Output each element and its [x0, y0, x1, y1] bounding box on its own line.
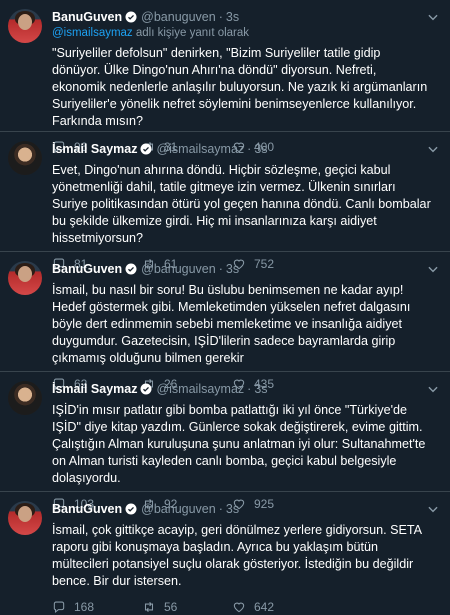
heart-icon: [233, 602, 245, 613]
tweet-header: İsmail Saymaz @ismailsaymaz · 3s: [52, 140, 440, 158]
tweet-actions: 168 56 642: [52, 599, 440, 615]
chevron-down-icon[interactable]: [426, 502, 440, 516]
tweet-time[interactable]: 3s: [254, 140, 267, 158]
reply-to-suffix: adlı kişiye yanıt olarak: [135, 27, 250, 39]
tweet-header: BanuGuven @banuguven · 3s: [52, 500, 440, 518]
tweet-text: İsmail, çok gittikçe acayip, geri dönülm…: [52, 523, 422, 588]
chevron-down-icon[interactable]: [426, 382, 440, 396]
tweet[interactable]: BanuGuven @banuguven · 3s @ismailsaymaz …: [0, 0, 450, 154]
author-name[interactable]: BanuGuven: [52, 500, 122, 518]
avatar[interactable]: [8, 261, 42, 295]
tweet-header: İsmail Saymaz @ismailsaymaz · 3s: [52, 380, 440, 398]
tweet-header: BanuGuven @banuguven · 3s: [52, 8, 440, 26]
tweet-thread: BanuGuven @banuguven · 3s @ismailsaymaz …: [0, 0, 450, 614]
retweet-icon: [144, 601, 154, 613]
avatar[interactable]: [8, 501, 42, 535]
author-handle[interactable]: @banuguven: [141, 500, 216, 518]
separator-dot: ·: [218, 10, 223, 24]
verified-badge-icon: [140, 383, 152, 395]
tweet-text: Evet, Dingo'nun ahırına döndü. Hiçbir sö…: [52, 163, 431, 245]
author-name[interactable]: BanuGuven: [52, 8, 122, 26]
separator-dot: ·: [247, 382, 252, 396]
author-handle[interactable]: @ismailsaymaz: [156, 140, 244, 158]
like-count: 642: [254, 600, 275, 614]
avatar[interactable]: [8, 9, 42, 43]
tweet[interactable]: BanuGuven @banuguven · 3s İsmail, bu nas…: [0, 252, 450, 391]
avatar[interactable]: [8, 141, 42, 175]
author-handle[interactable]: @banuguven: [141, 260, 216, 278]
separator-dot: ·: [247, 142, 252, 156]
author-name[interactable]: İsmail Saymaz: [52, 380, 137, 398]
tweet-text: IŞİD'in mısır patlatır gibi bomba patlat…: [52, 403, 426, 485]
tweet-time[interactable]: 3s: [226, 8, 239, 26]
author-handle[interactable]: @banuguven: [141, 8, 216, 26]
separator-dot: ·: [218, 502, 223, 516]
retweet-button[interactable]: 56: [142, 600, 232, 614]
reply-count: 168: [74, 600, 95, 614]
tweet[interactable]: İsmail Saymaz @ismailsaymaz · 3s IŞİD'in…: [0, 372, 450, 511]
tweet-text: "Suriyeliler defolsun" denirken, "Bizim …: [52, 46, 428, 128]
reply-to-user-link[interactable]: @ismailsaymaz: [52, 27, 133, 39]
reply-button[interactable]: 168: [52, 600, 142, 614]
tweet[interactable]: BanuGuven @banuguven · 3s İsmail, çok gi…: [0, 492, 450, 614]
author-handle[interactable]: @ismailsaymaz: [156, 380, 244, 398]
author-name[interactable]: İsmail Saymaz: [52, 140, 137, 158]
tweet-time[interactable]: 3s: [226, 500, 239, 518]
tweet-header: BanuGuven @banuguven · 3s: [52, 260, 440, 278]
verified-badge-icon: [140, 143, 152, 155]
chevron-down-icon[interactable]: [426, 142, 440, 156]
avatar[interactable]: [8, 381, 42, 415]
reply-context: @ismailsaymaz adlı kişiye yanıt olarak: [52, 26, 440, 41]
tweet-text: İsmail, bu nasıl bir soru! Bu üslubu ben…: [52, 283, 411, 365]
separator-dot: ·: [218, 262, 223, 276]
verified-badge-icon: [125, 503, 137, 515]
verified-badge-icon: [125, 11, 137, 23]
tweet-time[interactable]: 3s: [254, 380, 267, 398]
reply-icon: [53, 601, 65, 614]
chevron-down-icon[interactable]: [426, 10, 440, 24]
author-name[interactable]: BanuGuven: [52, 260, 122, 278]
tweet[interactable]: İsmail Saymaz @ismailsaymaz · 3s Evet, D…: [0, 132, 450, 271]
like-button[interactable]: 642: [232, 600, 322, 614]
tweet-time[interactable]: 3s: [226, 260, 239, 278]
verified-badge-icon: [125, 263, 137, 275]
chevron-down-icon[interactable]: [426, 262, 440, 276]
retweet-count: 56: [164, 600, 178, 614]
